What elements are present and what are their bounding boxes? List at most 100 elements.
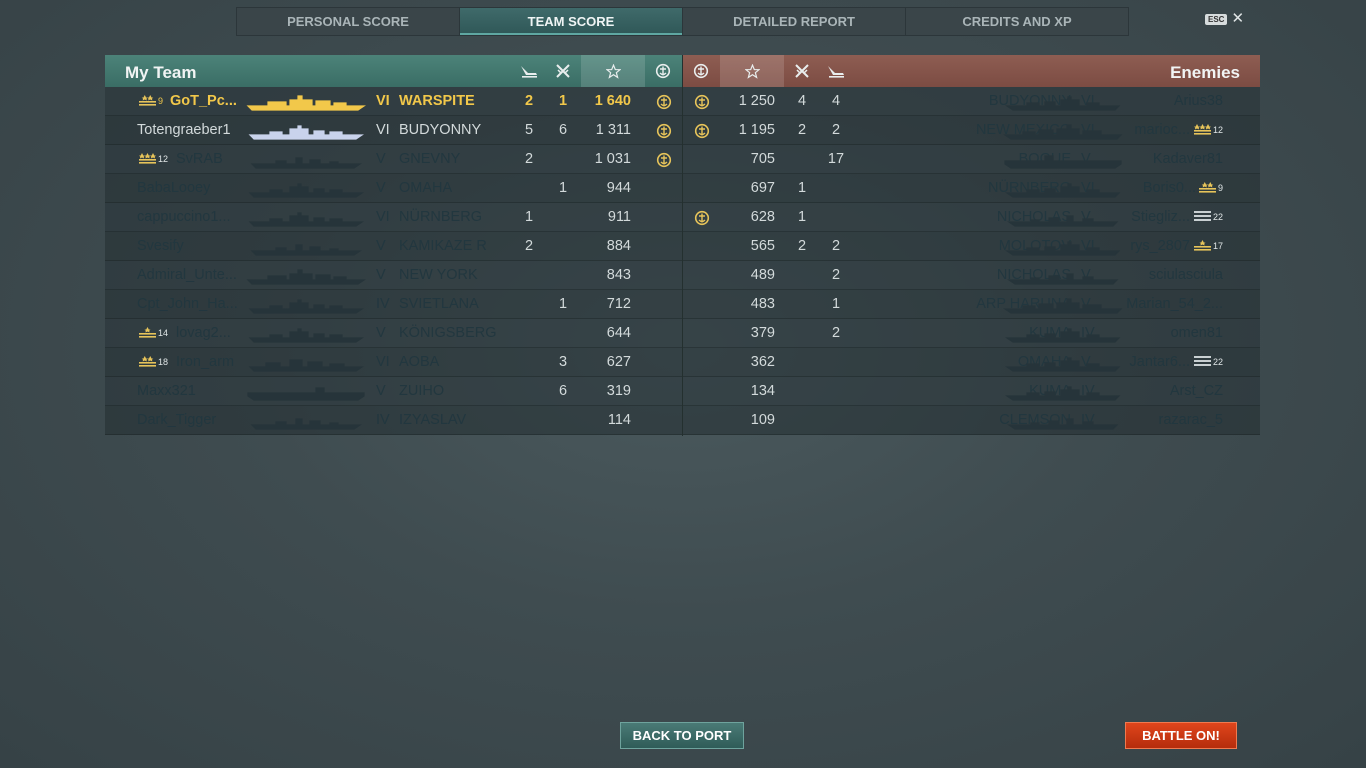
base-xp-score: 843 — [606, 267, 631, 283]
base-xp-score: 911 — [607, 209, 631, 225]
ship-name: KAMIKAZE R — [399, 238, 487, 254]
ship-tier: V — [376, 267, 386, 283]
ships-destroyed: 1 — [831, 296, 841, 312]
ship-silhouette-icon — [246, 150, 366, 170]
plane-icon — [512, 55, 546, 87]
planes-destroyed — [785, 406, 819, 435]
ship-silhouette-icon — [1003, 295, 1123, 315]
enemy-player-row[interactable]: 565 2 2 MOLOTOV VI 17 rys_2807 — [683, 232, 1260, 261]
rank-insignia-icon: 22 — [1193, 356, 1223, 367]
player-row[interactable]: Svesify V KAMIKAZE R 2 884 — [105, 232, 682, 261]
enemy-player-row[interactable]: 1 195 2 2 NEW MEXICO VI 12 marioc... — [683, 116, 1260, 145]
enemy-player-row[interactable]: 1 250 4 4 BUDYONNY VI Arius38 — [683, 87, 1260, 116]
planes-destroyed — [785, 319, 819, 348]
player-row[interactable]: BabaLooey V OMAHA 1 944 — [105, 174, 682, 203]
planes-destroyed: 2 — [524, 93, 534, 109]
enemy-player-row[interactable]: 70517BOGUEVKadaver81 — [683, 145, 1260, 174]
emblem-icon — [646, 55, 680, 87]
player-name: omen81 — [1170, 325, 1223, 341]
enemy-player-row[interactable]: 379 2 KUMA IV omen81 — [683, 319, 1260, 348]
close-button[interactable]: ESC ✕ — [1205, 10, 1245, 27]
enemy-player-row[interactable]: 697 1 NÜRNBERG VI 9 Boris0... — [683, 174, 1260, 203]
enemy-player-row[interactable]: 362 OMAHA V 22 Jantar6... — [683, 348, 1260, 377]
player-row[interactable]: 9 GoT_Pc... VI WARSPITE 2 1 1 640 — [105, 87, 682, 116]
player-row[interactable]: Cpt_John_Ha... IV SVIETLANA 1 712 — [105, 290, 682, 319]
player-name: lovag2... — [176, 325, 231, 341]
rank-insignia-icon: 22 — [1193, 211, 1223, 222]
planes-destroyed: 1 — [797, 180, 807, 196]
enemy-player-row[interactable]: 109 CLEMSON IV razarac_5 — [683, 406, 1260, 435]
ships-destroyed: 2 — [831, 122, 841, 138]
battle-results-screen: { "tabs": ["PERSONAL SCORE", "TEAM SCORE… — [0, 0, 1366, 768]
my-team-rows: 9 GoT_Pc... VI WARSPITE 2 1 1 640 Totengraeber1… — [105, 87, 682, 435]
player-row[interactable]: Totengraeber1 VI BUDYONNY 5 6 1 311 — [105, 116, 682, 145]
achievement-medal-icon — [694, 210, 710, 226]
base-xp-score: 489 — [750, 267, 775, 283]
planes-destroyed — [785, 261, 819, 290]
base-xp-score: 697 — [750, 180, 775, 196]
enemy-player-row[interactable]: 483 1 ARP HARUNA V Marian_54_2... — [683, 290, 1260, 319]
rank-level: 9 — [1217, 182, 1223, 193]
ship-tier: V — [376, 383, 386, 399]
ship-name: BUDYONNY — [399, 122, 482, 138]
tab-team-score[interactable]: TEAM SCORE — [460, 8, 683, 35]
rank-level: 12 — [158, 153, 169, 164]
base-xp-score: 628 — [750, 209, 775, 225]
player-row[interactable]: 12 SvRAB V GNEVNY 2 1 031 — [105, 145, 682, 174]
player-row[interactable]: 14 lovag2... V KÖNIGSBERG 644 — [105, 319, 682, 348]
ship-name: GNEVNY — [399, 151, 461, 167]
player-row[interactable]: Dark_Tigger IV IZYASLAV 114 — [105, 406, 682, 435]
planes-destroyed: 4 — [797, 93, 807, 109]
base-xp-score: 1 640 — [594, 93, 631, 109]
battle-on-button[interactable]: BATTLE ON! — [1125, 722, 1237, 749]
planes-destroyed — [512, 261, 546, 290]
row-separator — [683, 434, 1260, 435]
player-row[interactable]: Maxx321 V ZUIHO 6 319 — [105, 377, 682, 406]
ship-silhouette-icon — [1003, 324, 1123, 344]
ship-name: SVIETLANA — [399, 296, 479, 312]
enemy-player-row[interactable]: 489 2 NICHOLAS Vsciulasciula — [683, 261, 1260, 290]
player-name: marioc... — [1134, 122, 1190, 138]
ship-silhouette-icon — [1003, 237, 1123, 257]
ship-silhouette-icon — [246, 121, 366, 141]
planes-destroyed: 5 — [524, 122, 534, 138]
player-row[interactable]: 18 Iron_arm VI AOBA 3 627 — [105, 348, 682, 377]
enemy-player-row[interactable]: 628 1 NICHOLAS V 22 Stiegliz... — [683, 203, 1260, 232]
base-xp-score: 319 — [606, 383, 631, 399]
tab-detailed-report[interactable]: DETAILED REPORT — [683, 8, 906, 35]
player-name: cappuccino1... — [137, 209, 231, 225]
tab-personal-score[interactable]: PERSONAL SCORE — [237, 8, 460, 35]
ships-destroyed: 2 — [831, 267, 841, 283]
ship-tier: V — [376, 238, 386, 254]
player-name: Arius38 — [1173, 93, 1223, 109]
close-icon: ✕ — [1231, 10, 1245, 27]
tab-credits-and-xp[interactable]: CREDITS AND XP — [906, 8, 1128, 35]
ship-silhouette-icon — [246, 295, 366, 315]
star-icon — [720, 55, 784, 87]
ship-silhouette-icon — [246, 382, 366, 402]
ship-silhouette-icon — [246, 353, 366, 373]
achievement-medal-icon — [694, 123, 710, 139]
ship-tier: V — [376, 180, 386, 196]
back-to-port-button[interactable]: BACK TO PORT — [620, 722, 744, 749]
enemy-player-row[interactable]: 134 KUMA IV Arst_CZ — [683, 377, 1260, 406]
rank-level: 14 — [158, 327, 169, 338]
player-name: rys_2807 — [1130, 238, 1190, 254]
team-score-board: My Team 9 GoT_Pc... VI WARSPITE 2 1 1 640 Toten… — [105, 55, 1260, 436]
ships-destroyed — [819, 406, 853, 435]
ship-silhouette-icon — [246, 208, 366, 228]
player-name: Dark_Tigger — [137, 412, 217, 428]
ship-silhouette-icon — [246, 266, 366, 286]
ship-silhouette-icon — [1003, 266, 1123, 286]
player-name: BabaLooey — [137, 180, 211, 196]
player-row[interactable]: cappuccino1... VI NÜRNBERG 1 911 — [105, 203, 682, 232]
base-xp-score: 705 — [750, 151, 775, 167]
player-name: Svesify — [137, 238, 184, 254]
my-team-header: My Team — [105, 55, 682, 87]
ship-silhouette-icon — [246, 237, 366, 257]
ship-silhouette-icon — [1003, 208, 1123, 228]
rank-level: 18 — [158, 356, 169, 367]
crossed-swords-icon — [785, 55, 819, 87]
player-row[interactable]: Admiral_Unte... V NEW YORK 843 — [105, 261, 682, 290]
enemy-team-rows: 1 250 4 4 BUDYONNY VI Arius38 1 195 2 2 NEW MEXIC… — [683, 87, 1260, 435]
